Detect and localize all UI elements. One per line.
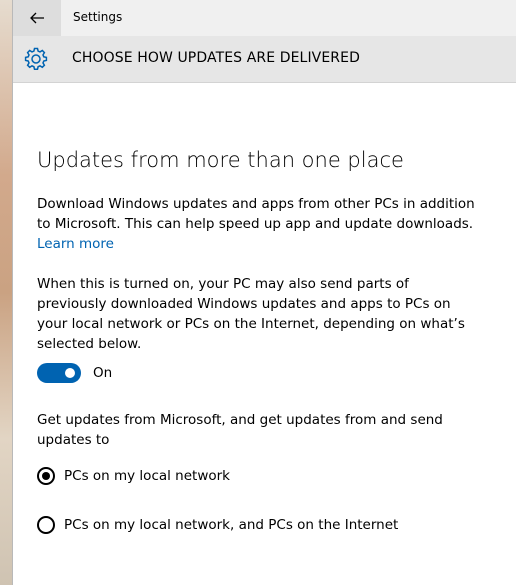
- page-title: CHOOSE HOW UPDATES ARE DELIVERED: [72, 50, 360, 66]
- delivery-optimization-toggle[interactable]: [37, 363, 81, 383]
- radio-button-selected[interactable]: [37, 467, 55, 485]
- option-local-and-internet[interactable]: PCs on my local network, and PCs on the …: [37, 516, 398, 534]
- app-title: Settings: [73, 10, 123, 24]
- intro-text: Download Windows updates and apps from o…: [37, 196, 475, 232]
- gear-icon: [24, 47, 48, 71]
- delivery-optimization-toggle-row: On: [37, 363, 112, 383]
- settings-window: Settings CHOOSE HOW UPDATES ARE DELIVERE…: [12, 0, 516, 585]
- option-label: PCs on my local network, and PCs on the …: [64, 517, 399, 533]
- radio-button[interactable]: [37, 516, 55, 534]
- toggle-knob: [65, 368, 75, 378]
- back-arrow-icon: [30, 12, 44, 24]
- learn-more-link[interactable]: Learn more: [37, 236, 114, 252]
- desktop-background: [0, 0, 12, 585]
- intro-paragraph: Download Windows updates and apps from o…: [37, 194, 479, 254]
- toggle-state-label: On: [93, 365, 113, 381]
- option-local-network[interactable]: PCs on my local network: [37, 467, 230, 485]
- page-header: CHOOSE HOW UPDATES ARE DELIVERED: [13, 36, 516, 83]
- choice-prompt: Get updates from Microsoft, and get upda…: [37, 412, 443, 448]
- title-bar: Settings: [13, 0, 516, 36]
- back-button[interactable]: [13, 0, 61, 36]
- description-paragraph: When this is turned on, your PC may also…: [37, 276, 465, 352]
- option-label: PCs on my local network: [64, 468, 231, 484]
- section-title: Updates from more than one place: [37, 148, 404, 172]
